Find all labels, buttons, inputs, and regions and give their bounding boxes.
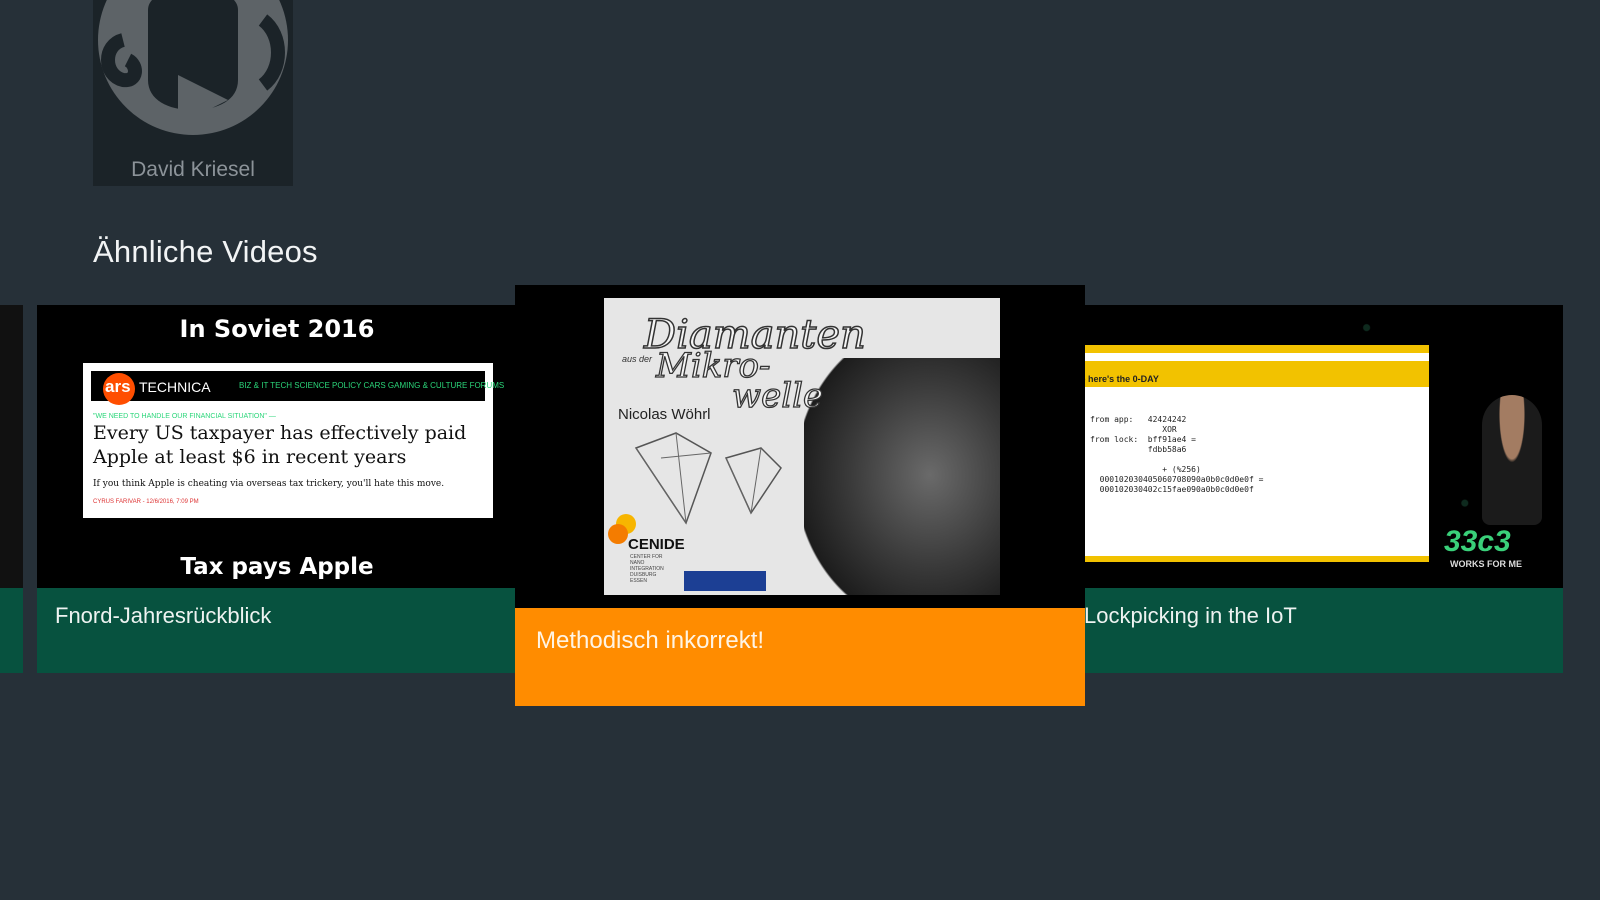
event-logo: 33c3	[1444, 525, 1511, 558]
slide-code: from app: 42424242 XOR from lock: bff91a…	[1090, 415, 1264, 494]
article-screenshot: ars TECHNICA BIZ & IT TECH SCIENCE POLIC…	[83, 363, 504, 518]
video-title: Lockpicking in the IoT	[1084, 603, 1297, 628]
video-title: Fnord-Jahresrückblick	[55, 603, 272, 628]
video-thumbnail: In Soviet 2016 ars TECHNICA BIZ & IT TEC…	[37, 305, 517, 588]
video-title: Methodisch inkorrekt!	[536, 627, 765, 654]
slide-heading: So here's the 0-DAY	[1072, 361, 1429, 387]
article-title: Every US taxpayer has effectively paid A…	[93, 422, 467, 468]
video-thumbnail: So here's the 0-DAY from app: 42424242 X…	[1072, 305, 1563, 588]
thumbnail-top-text: In Soviet 2016	[179, 315, 375, 343]
slide-title-3: welle	[731, 375, 824, 416]
thumbnail-bottom-text: Tax pays Apple	[180, 554, 374, 580]
video-card-partial[interactable]	[0, 305, 23, 673]
site-logo-suffix: TECHNICA	[139, 379, 211, 395]
speaker-name: David Kriesel	[131, 158, 255, 181]
presenter-photo	[804, 358, 1000, 595]
article-kicker: "WE NEED TO HANDLE OUR FINANCIAL SITUATI…	[93, 413, 276, 420]
article-subtitle: If you think Apple is cheating via overs…	[93, 479, 445, 489]
video-thumbnail: Diamanten aus der Mikro- welle Nicolas W…	[515, 285, 1085, 608]
site-logo-text: ars	[105, 377, 131, 396]
video-thumbnail	[0, 305, 23, 588]
slide-title-small: aus der	[622, 354, 653, 364]
event-subtitle: WORKS FOR ME	[1450, 559, 1522, 569]
org-name: CENIDE	[628, 536, 685, 553]
slide: Diamanten aus der Mikro- welle Nicolas W…	[604, 298, 1000, 595]
university-logo	[684, 571, 766, 591]
site-nav: BIZ & IT TECH SCIENCE POLICY CARS GAMING…	[239, 381, 505, 390]
slide: So here's the 0-DAY from app: 42424242 X…	[1072, 345, 1429, 562]
slide-author: Nicolas Wöhrl	[618, 406, 711, 423]
video-card-focused[interactable]: Diamanten aus der Mikro- welle Nicolas W…	[515, 285, 1085, 706]
site-header: ars TECHNICA BIZ & IT TECH SCIENCE POLIC…	[91, 371, 504, 405]
page: David Kriesel Ähnliche Videos In Soviet …	[0, 0, 1600, 900]
section-title: Ähnliche Videos	[93, 234, 318, 269]
video-card-iot[interactable]: So here's the 0-DAY from app: 42424242 X…	[1072, 305, 1563, 673]
article-byline: CYRUS FARIVAR - 12/6/2016, 7:09 PM	[93, 499, 199, 505]
video-card-fnord[interactable]: In Soviet 2016 ars TECHNICA BIZ & IT TEC…	[37, 305, 517, 673]
org-subtitle: CENTER FOR NANO INTEGRATION DUISBURG ESS…	[630, 554, 664, 584]
speaker-card[interactable]: David Kriesel	[93, 0, 293, 186]
speaker-figure	[1482, 395, 1542, 525]
